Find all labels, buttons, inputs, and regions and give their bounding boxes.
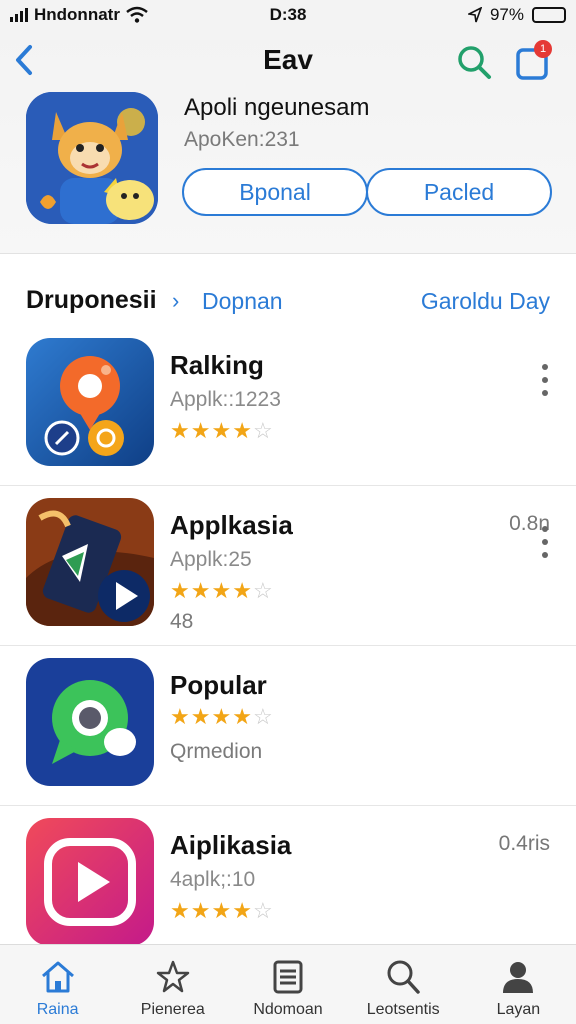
status-right: 97% — [366, 5, 566, 25]
primary-action-button[interactable]: Bponal — [182, 168, 368, 216]
chevron-right-icon[interactable]: › — [172, 288, 179, 314]
section-link[interactable]: Dopnan — [202, 288, 283, 315]
app-header: Eav 1 Apoli ngeunesam ApoKen:231 Bponal … — [0, 30, 576, 254]
app-icon — [26, 818, 154, 946]
status-bar: Hndonnatr D:38 97% — [0, 0, 576, 30]
battery-percent: 97% — [489, 5, 524, 24]
star-filled-icon: ★ — [170, 704, 191, 729]
status-time: D:38 — [269, 5, 307, 24]
see-all-link[interactable]: Garoldu Day — [421, 288, 550, 315]
list-item[interactable]: Applkasia Applk:25 ★★★★☆ 48 0.8n — [0, 486, 576, 646]
tab-favorites[interactable]: Pienerea — [115, 945, 230, 1024]
star-icon — [156, 960, 190, 993]
tab-apps[interactable]: Ndomoan — [230, 945, 345, 1024]
tab-bar: Raina Pienerea Ndomoan Leotsentis Layan — [0, 944, 576, 1024]
more-options-button[interactable] — [534, 522, 556, 562]
app-extra-info: 48 — [170, 610, 194, 633]
star-rating: ★★★★☆ — [170, 898, 274, 924]
app-title: Aiplikasia — [170, 830, 292, 860]
app-icon — [26, 658, 154, 786]
cartoon-fox-icon — [26, 92, 158, 224]
carrier-label: Hndonnatr — [34, 5, 120, 24]
tab-profile[interactable]: Layan — [461, 945, 576, 1024]
app-title: Applkasia — [170, 510, 293, 540]
list-item[interactable]: Aiplikasia 4aplk;:10 ★★★★☆ 0.4ris — [0, 806, 576, 966]
nav-row: Eav 1 — [0, 30, 576, 90]
search-icon — [387, 960, 420, 994]
app-extra-info: Qrmedion — [170, 740, 263, 763]
list-item[interactable]: Ralking Applk::1223 ★★★★☆ — [0, 326, 576, 486]
location-icon — [467, 7, 482, 23]
star-filled-icon: ★ — [190, 418, 212, 443]
app-subtitle: Applk::1223 — [170, 388, 281, 411]
star-filled-icon: ★ — [170, 898, 191, 923]
tab-label: Raina — [36, 1001, 79, 1018]
featured-app-subtitle: ApoKen:231 — [184, 128, 300, 151]
star-empty-icon: ☆ — [252, 578, 274, 603]
home-icon — [41, 961, 74, 993]
star-filled-icon: ★ — [232, 578, 253, 603]
tab-label: Layan — [496, 1001, 541, 1018]
featured-app-icon[interactable] — [26, 92, 158, 224]
star-filled-icon: ★ — [232, 418, 253, 443]
search-icon — [458, 46, 491, 79]
star-filled-icon: ★ — [232, 898, 253, 923]
app-title: Ralking — [170, 350, 264, 380]
star-rating: ★★★★☆ — [170, 578, 274, 604]
app-list: Ralking Applk::1223 ★★★★☆ Applkasia Appl… — [0, 326, 576, 966]
star-filled-icon: ★ — [211, 418, 233, 443]
chat-bubble-icon — [26, 338, 154, 466]
star-filled-icon: ★ — [190, 578, 212, 603]
star-empty-icon: ☆ — [252, 898, 274, 923]
app-subtitle: 4aplk;:10 — [170, 868, 256, 891]
tab-label: Leotsentis — [366, 1001, 440, 1018]
status-left: Hndonnatr — [10, 5, 210, 25]
app-size: 0.4ris — [498, 832, 550, 855]
search-button[interactable] — [454, 42, 494, 82]
app-icon — [26, 338, 154, 466]
tab-search[interactable]: Leotsentis — [346, 945, 461, 1024]
star-filled-icon: ★ — [211, 578, 233, 603]
secondary-action-button[interactable]: Pacled — [366, 168, 552, 216]
signal-icon — [10, 8, 28, 22]
play-button-icon — [26, 818, 154, 946]
video-player-icon — [26, 498, 154, 626]
list-item[interactable]: Popular ★★★★☆ Qrmedion — [0, 646, 576, 806]
star-filled-icon: ★ — [170, 578, 191, 603]
star-filled-icon: ★ — [232, 704, 253, 729]
featured-app-name: Apoli ngeunesam — [184, 94, 370, 121]
chat-bubble-icon — [26, 658, 154, 786]
person-icon — [503, 962, 534, 993]
star-filled-icon: ★ — [211, 898, 233, 923]
star-rating: ★★★★☆ — [170, 418, 274, 444]
app-subtitle: Applk:25 — [170, 548, 252, 571]
notification-button[interactable]: 1 — [512, 40, 556, 84]
tab-label: Pienerea — [140, 1001, 205, 1018]
battery-icon — [532, 7, 566, 23]
notification-badge: 1 — [534, 40, 552, 58]
more-options-button[interactable] — [534, 360, 556, 400]
star-filled-icon: ★ — [190, 704, 212, 729]
star-empty-icon: ☆ — [252, 704, 274, 729]
star-rating: ★★★★☆ — [170, 704, 274, 730]
featured-app: Apoli ngeunesam ApoKen:231 Bponal Pacled — [0, 90, 576, 240]
section-title: Druponesii — [26, 286, 157, 314]
tab-label: Ndomoan — [253, 1001, 323, 1018]
app-title: Popular — [170, 670, 267, 700]
section-header: Druponesii › Dopnan Garoldu Day — [0, 280, 576, 324]
app-icon — [26, 498, 154, 626]
apps-icon — [273, 960, 303, 994]
tab-home[interactable]: Raina — [0, 945, 115, 1024]
wifi-icon — [126, 6, 148, 23]
star-filled-icon: ★ — [211, 704, 233, 729]
star-empty-icon: ☆ — [252, 418, 274, 443]
star-filled-icon: ★ — [190, 898, 212, 923]
star-filled-icon: ★ — [170, 418, 191, 443]
